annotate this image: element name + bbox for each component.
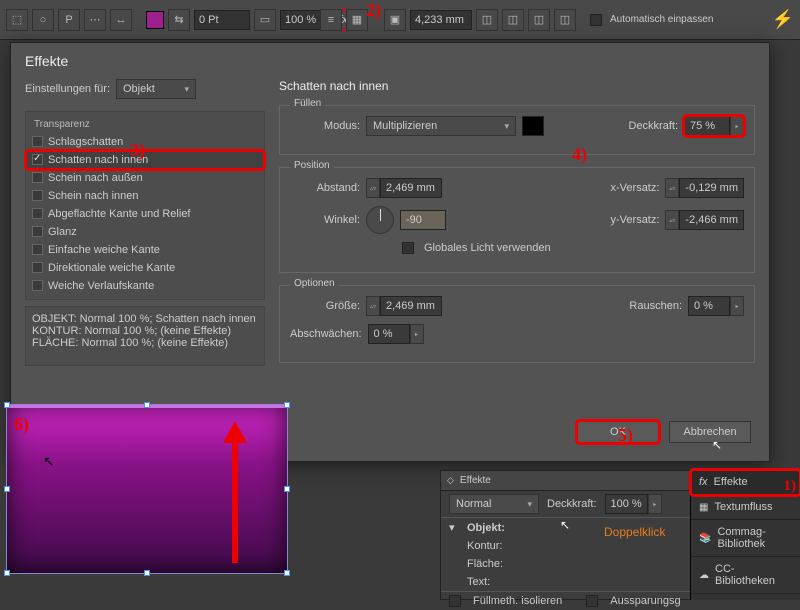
frame-icon[interactable]: ▣ bbox=[384, 9, 406, 31]
effect-item[interactable]: Schein nach außen bbox=[26, 169, 264, 187]
annotation-2: 2) bbox=[366, 0, 381, 21]
size-field[interactable]: 4,233 mm bbox=[410, 10, 472, 30]
tool-icon[interactable]: ▭ bbox=[254, 9, 276, 31]
cancel-button[interactable]: Abbrechen bbox=[669, 421, 751, 443]
autofit-checkbox[interactable] bbox=[590, 14, 602, 26]
tool-icon[interactable]: ○ bbox=[32, 9, 54, 31]
preview-object[interactable]: ↖ bbox=[6, 404, 288, 574]
autofit-label: Automatisch einpassen bbox=[610, 14, 713, 25]
side-tab-library[interactable]: 📚Commag-Bibliothek bbox=[691, 520, 800, 557]
stroke-field[interactable]: 0 Pt bbox=[194, 10, 250, 30]
angle-dial[interactable] bbox=[366, 206, 394, 234]
side-tab-textwrap[interactable]: ▦Textumfluss bbox=[691, 495, 800, 520]
effects-list: Transparenz Schlagschatten Schatten nach… bbox=[25, 111, 265, 300]
wrap-icon[interactable]: ▦ bbox=[346, 9, 368, 31]
mode-label: Modus: bbox=[290, 120, 360, 132]
effect-item[interactable]: Schein nach innen bbox=[26, 187, 264, 205]
knockout-checkbox[interactable] bbox=[586, 595, 598, 607]
opacity-field[interactable]: 75 %▸ bbox=[684, 116, 744, 136]
effect-item[interactable]: Abgeflachte Kante und Relief bbox=[26, 205, 264, 223]
shadow-color-swatch[interactable] bbox=[522, 116, 544, 136]
isolate-checkbox[interactable] bbox=[449, 595, 461, 607]
effect-item[interactable]: Direktionale weiche Kante bbox=[26, 259, 264, 277]
fit-icon[interactable]: ◫ bbox=[502, 9, 524, 31]
size-field[interactable]: ▵▿2,469 mm bbox=[366, 296, 442, 316]
options-fieldset: Optionen Größe: ▵▿2,469 mm Rauschen: 0 %… bbox=[279, 285, 755, 363]
annotation-3: 3) bbox=[130, 140, 145, 161]
annotation-doubleclick: Doppelklick bbox=[604, 525, 665, 539]
blend-dropdown[interactable]: Normal bbox=[449, 494, 539, 514]
position-fieldset: Position Abstand: ▵▿2,469 mm x-Versatz: … bbox=[279, 167, 755, 273]
fit-icon[interactable]: ◫ bbox=[554, 9, 576, 31]
global-light-checkbox[interactable] bbox=[402, 242, 414, 254]
app-toolbar: ⬚ ○ P ⋯ ↔ ⇆ 0 Pt ▭ 100 % fx. ≡ ▦ ▣ 4,233… bbox=[0, 0, 800, 40]
tool-icon[interactable]: ↔ bbox=[110, 9, 132, 31]
size-label: Größe: bbox=[290, 300, 360, 312]
angle-field[interactable]: -90 bbox=[400, 210, 446, 230]
effects-summary: OBJEKT: Normal 100 %; Schatten nach inne… bbox=[25, 306, 265, 366]
panel-opacity-field[interactable]: 100 %▸ bbox=[605, 494, 662, 514]
xoffset-label: x-Versatz: bbox=[611, 182, 660, 194]
mode-dropdown[interactable]: Multiplizieren bbox=[366, 116, 516, 136]
annotation-5: 5) bbox=[618, 425, 633, 446]
fit-icon[interactable]: ◫ bbox=[476, 9, 498, 31]
dialog-title: Effekte bbox=[11, 43, 769, 79]
tool-icon[interactable]: ⬚ bbox=[6, 9, 28, 31]
yoffset-label: y-Versatz: bbox=[611, 214, 660, 226]
annotation-1: 1) bbox=[784, 478, 797, 495]
distance-field[interactable]: ▵▿2,469 mm bbox=[366, 178, 442, 198]
global-light-label: Globales Licht verwenden bbox=[424, 242, 551, 254]
swap-icon[interactable]: ⇆ bbox=[168, 9, 190, 31]
paragraph-tool-icon[interactable]: P bbox=[58, 9, 80, 31]
fill-swatch[interactable] bbox=[146, 11, 164, 29]
panel-title: Effekte bbox=[460, 475, 491, 486]
noise-field[interactable]: 0 %▸ bbox=[688, 296, 744, 316]
effects-header: Transparenz bbox=[26, 116, 264, 133]
cursor-icon: ↖ bbox=[560, 518, 570, 532]
effect-item[interactable]: Schlagschatten bbox=[26, 133, 264, 151]
annotation-arrow-head bbox=[223, 421, 247, 443]
yoffset-field[interactable]: ▵▿-2,466 mm bbox=[665, 210, 744, 230]
effects-dialog: Effekte Einstellungen für: Objekt Transp… bbox=[10, 42, 770, 462]
annotation-6: 6) bbox=[14, 414, 29, 435]
effect-item-inner-shadow[interactable]: Schatten nach innen bbox=[26, 151, 264, 169]
noise-label: Rauschen: bbox=[629, 300, 682, 312]
choke-label: Abschwächen: bbox=[290, 328, 362, 340]
distance-label: Abstand: bbox=[290, 182, 360, 194]
effect-item[interactable]: Glanz bbox=[26, 223, 264, 241]
fill-fieldset: Füllen Modus: Multiplizieren Deckkraft: … bbox=[279, 105, 755, 155]
section-title: Schatten nach innen bbox=[279, 79, 755, 93]
settings-dropdown[interactable]: Objekt bbox=[116, 79, 196, 99]
choke-field[interactable]: 0 %▸ bbox=[368, 324, 424, 344]
cursor-icon: ↖ bbox=[712, 438, 722, 452]
side-tab-cc[interactable]: ☁CC-Bibliotheken bbox=[691, 557, 800, 594]
effect-item[interactable]: Weiche Verlaufskante bbox=[26, 277, 264, 295]
settings-for-label: Einstellungen für: bbox=[25, 83, 110, 95]
opacity-label: Deckkraft: bbox=[628, 120, 678, 132]
annotation-arrow bbox=[232, 433, 238, 563]
lightning-icon[interactable]: ⚡ bbox=[772, 9, 794, 31]
tool-icon[interactable]: ⋯ bbox=[84, 9, 106, 31]
angle-label: Winkel: bbox=[290, 214, 360, 226]
cursor-icon: ↖ bbox=[43, 453, 55, 470]
annotation-4: 4) bbox=[572, 144, 587, 165]
fit-icon[interactable]: ◫ bbox=[528, 9, 550, 31]
effect-item[interactable]: Einfache weiche Kante bbox=[26, 241, 264, 259]
align-icon[interactable]: ≡ bbox=[320, 9, 342, 31]
xoffset-field[interactable]: ▵▿-0,129 mm bbox=[665, 178, 744, 198]
